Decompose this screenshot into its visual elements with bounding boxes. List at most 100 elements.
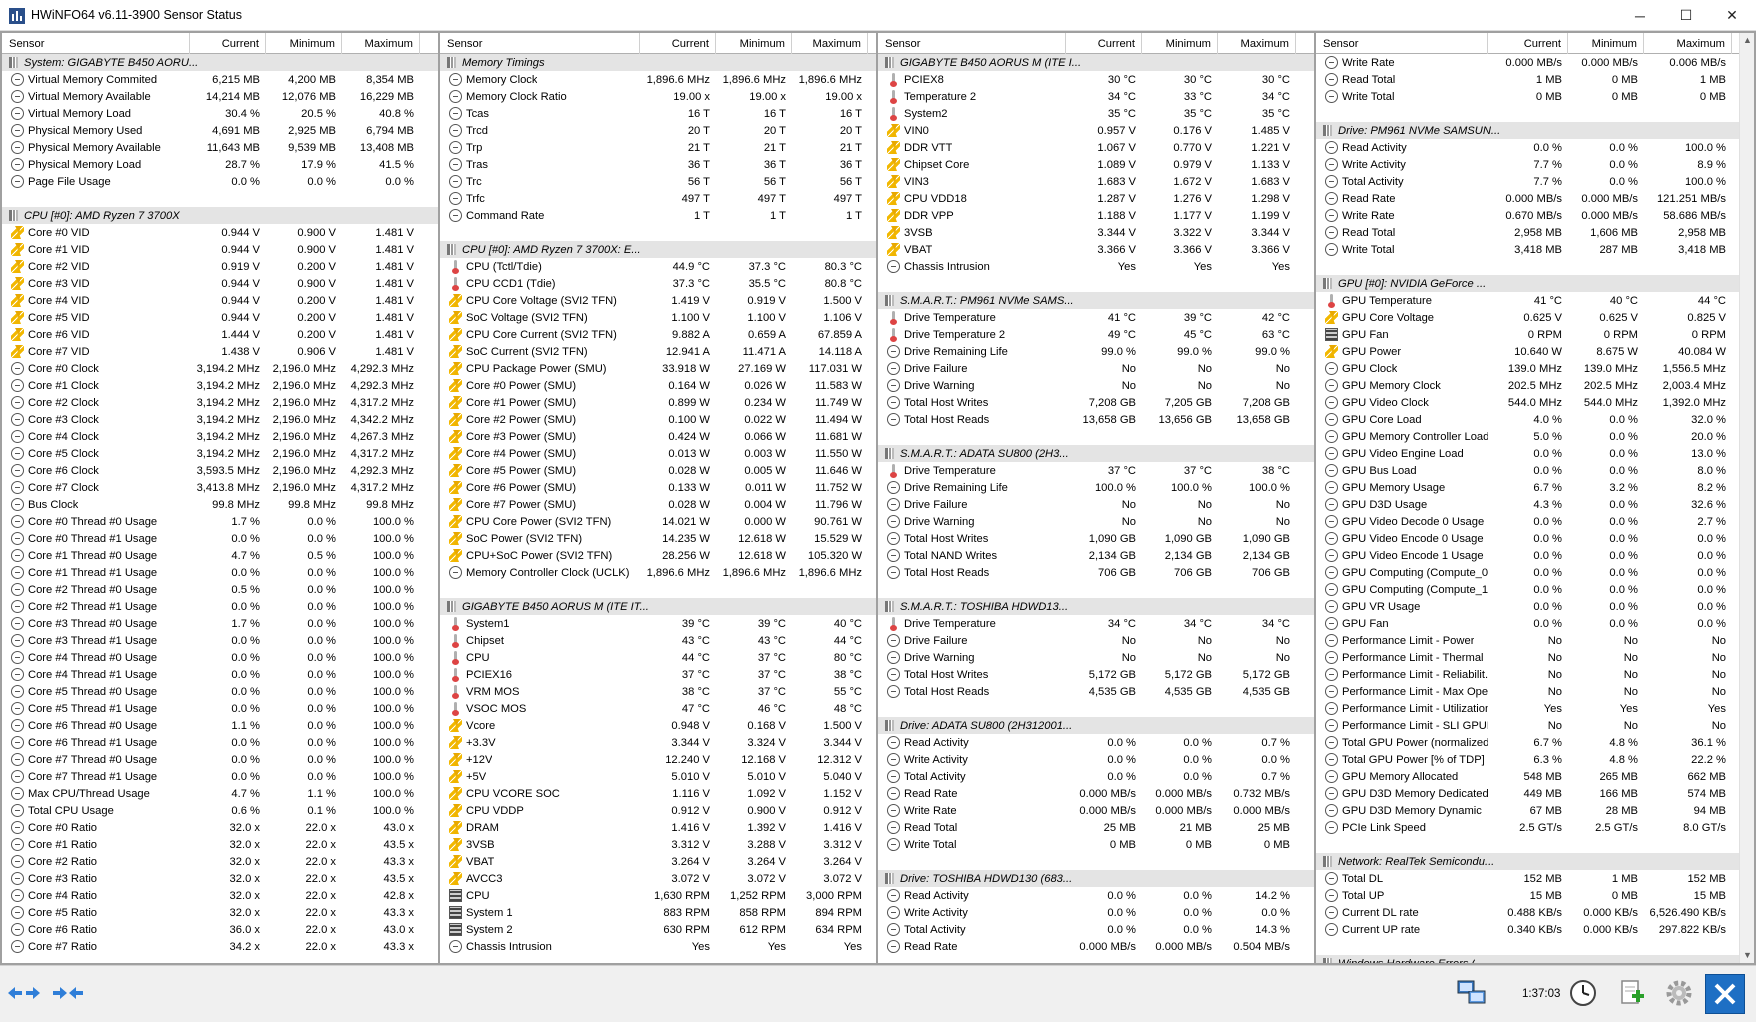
sensor-row[interactable]: Core #7 Power (SMU) 0.028 W 0.004 W 11.796 … — [440, 496, 876, 513]
sensor-row[interactable]: Write Rate 0.670 MB/s 0.000 MB/s 58.686 MB/… — [1316, 207, 1754, 224]
sensor-row[interactable]: Core #0 Clock 3,194.2 MHz 2,196.0 MHz 4,292… — [2, 360, 438, 377]
sensor-row[interactable]: System 2 630 RPM 612 RPM 634 RPM — [440, 921, 876, 938]
sensor-row[interactable]: System2 35 °C 35 °C 35 °C — [878, 105, 1314, 122]
column-header-sensor[interactable]: Sensor — [440, 33, 640, 54]
sensor-row[interactable]: Write Activity 0.0 % 0.0 % 0.0 % — [878, 751, 1314, 768]
sensor-group-header[interactable]: Memory Timings — [440, 54, 876, 71]
sensor-row[interactable]: GPU Video Decode 0 Usage 0.0 % 0.0 % 2.7 % — [1316, 513, 1754, 530]
sensor-row[interactable]: Core #5 Thread #1 Usage 0.0 % 0.0 % 100.0 % — [2, 700, 438, 717]
sensor-row[interactable]: GPU Temperature 41 °C 40 °C 44 °C — [1316, 292, 1754, 309]
sensor-row[interactable]: GPU Clock 139.0 MHz 139.0 MHz 1,556.5 MHz — [1316, 360, 1754, 377]
sensor-pane-4[interactable]: Sensor Current Minimum Maximum Write Rate 0.… — [1316, 33, 1754, 963]
sensor-row[interactable]: +3.3V 3.344 V 3.324 V 3.344 V — [440, 734, 876, 751]
sensor-row[interactable]: Core #2 Power (SMU) 0.100 W 0.022 W 11.494 … — [440, 411, 876, 428]
sensor-row[interactable]: VRM MOS 38 °C 37 °C 55 °C — [440, 683, 876, 700]
sensor-row[interactable]: Total Host Reads 706 GB 706 GB 706 GB — [878, 564, 1314, 581]
sensor-row[interactable]: Drive Remaining Life 99.0 % 99.0 % 99.0 % — [878, 343, 1314, 360]
sensor-row[interactable]: CPU Core Voltage (SVI2 TFN) 1.419 V 0.919 … — [440, 292, 876, 309]
sensor-row[interactable]: Drive Remaining Life 100.0 % 100.0 % 100.0 … — [878, 479, 1314, 496]
sensor-row[interactable]: Core #5 VID 0.944 V 0.200 V 1.481 V — [2, 309, 438, 326]
sensor-row[interactable]: Total Host Reads 4,535 GB 4,535 GB 4,535 GB — [878, 683, 1314, 700]
sensor-row[interactable]: Read Rate 0.000 MB/s 0.000 MB/s 0.504 MB/s — [878, 938, 1314, 955]
sensor-row[interactable]: System1 39 °C 39 °C 40 °C — [440, 615, 876, 632]
sensor-row[interactable]: AVCC3 3.072 V 3.072 V 3.072 V — [440, 870, 876, 887]
sensor-row[interactable]: Write Rate 0.000 MB/s 0.000 MB/s 0.000 MB/s — [878, 802, 1314, 819]
sensor-row[interactable]: SoC Current (SVI2 TFN) 12.941 A 11.471 A 14… — [440, 343, 876, 360]
sensor-row[interactable]: GPU Fan 0.0 % 0.0 % 0.0 % — [1316, 615, 1754, 632]
sensor-row[interactable]: Core #5 Thread #0 Usage 0.0 % 0.0 % 100.0 % — [2, 683, 438, 700]
sensor-row[interactable]: Drive Warning No No No — [878, 649, 1314, 666]
sensor-row[interactable]: Core #7 Clock 3,413.8 MHz 2,196.0 MHz 4,317… — [2, 479, 438, 496]
column-header-minimum[interactable]: Minimum — [1568, 33, 1644, 54]
column-header-sensor[interactable]: Sensor — [2, 33, 190, 54]
sensor-row[interactable]: Chassis Intrusion Yes Yes Yes — [440, 938, 876, 955]
sensor-row[interactable]: Core #4 VID 0.944 V 0.200 V 1.481 V — [2, 292, 438, 309]
expand-arrows-button[interactable] — [4, 977, 44, 1009]
sensor-row[interactable]: GPU Core Voltage 0.625 V 0.625 V 0.825 V — [1316, 309, 1754, 326]
sensor-row[interactable]: Total GPU Power (normalized... 6.7 % 4.8 %… — [1316, 734, 1754, 751]
sensor-row[interactable]: GPU Memory Controller Load 5.0 % 0.0 % 20.0… — [1316, 428, 1754, 445]
column-header-minimum[interactable]: Minimum — [266, 33, 342, 54]
sensor-group-header[interactable]: Network: RealTek Semicondu... — [1316, 853, 1754, 870]
sensor-row[interactable]: +12V 12.240 V 12.168 V 12.312 V — [440, 751, 876, 768]
sensor-row[interactable]: GPU Computing (Compute_0... 0.0 % 0.0 % 0.0… — [1316, 564, 1754, 581]
sensor-row[interactable]: Drive Failure No No No — [878, 632, 1314, 649]
sensor-row[interactable]: DDR VTT 1.067 V 0.770 V 1.221 V — [878, 139, 1314, 156]
sensor-group-header[interactable]: GIGABYTE B450 AORUS M (ITE IT... — [440, 598, 876, 615]
sensor-row[interactable]: GPU Video Encode 1 Usage 0.0 % 0.0 % 0.0 % — [1316, 547, 1754, 564]
sensor-group-header[interactable]: S.M.A.R.T.: PM961 NVMe SAMS... — [878, 292, 1314, 309]
sensor-row[interactable]: Read Total 1 MB 0 MB 1 MB — [1316, 71, 1754, 88]
sensor-row[interactable]: +5V 5.010 V 5.010 V 5.040 V — [440, 768, 876, 785]
sensor-row[interactable]: System 1 883 RPM 858 RPM 894 RPM — [440, 904, 876, 921]
sensor-row[interactable]: Core #7 VID 1.438 V 0.906 V 1.481 V — [2, 343, 438, 360]
scroll-up-arrow-icon[interactable]: ▲ — [1740, 33, 1754, 48]
sensor-row[interactable]: Page File Usage 0.0 % 0.0 % 0.0 % — [2, 173, 438, 190]
sensor-row[interactable]: PCIEX8 30 °C 30 °C 30 °C — [878, 71, 1314, 88]
sensor-row[interactable]: Core #1 VID 0.944 V 0.900 V 1.481 V — [2, 241, 438, 258]
sensor-group-header[interactable]: Windows Hardware Errors ( — [1316, 955, 1754, 963]
sensor-row[interactable]: Core #6 Thread #1 Usage 0.0 % 0.0 % 100.0 % — [2, 734, 438, 751]
sensor-row[interactable]: Core #6 Thread #0 Usage 1.1 % 0.0 % 100.0 % — [2, 717, 438, 734]
sensor-row[interactable]: Core #0 Thread #1 Usage 0.0 % 0.0 % 100.0 % — [2, 530, 438, 547]
settings-button[interactable] — [1662, 977, 1696, 1009]
sensor-row[interactable]: GPU VR Usage 0.0 % 0.0 % 0.0 % — [1316, 598, 1754, 615]
sensor-row[interactable]: Core #6 VID 1.444 V 0.200 V 1.481 V — [2, 326, 438, 343]
sensor-row[interactable]: Core #5 Ratio 32.0 x 22.0 x 43.3 x — [2, 904, 438, 921]
sensor-row[interactable]: Core #1 Clock 3,194.2 MHz 2,196.0 MHz 4,292… — [2, 377, 438, 394]
sensor-row[interactable]: 3VSB 3.344 V 3.322 V 3.344 V — [878, 224, 1314, 241]
sensor-row[interactable]: Drive Failure No No No — [878, 496, 1314, 513]
sensor-row[interactable]: Core #4 Ratio 32.0 x 22.0 x 42.8 x — [2, 887, 438, 904]
sensor-row[interactable]: Write Activity 0.0 % 0.0 % 0.0 % — [878, 904, 1314, 921]
sensor-pane-3[interactable]: Sensor Current Minimum Maximum GIGABYTE B450… — [878, 33, 1314, 963]
sensor-row[interactable]: Total Activity 0.0 % 0.0 % 14.3 % — [878, 921, 1314, 938]
sensor-row[interactable]: Write Total 0 MB 0 MB 0 MB — [1316, 88, 1754, 105]
sensor-row[interactable]: Memory Clock Ratio 19.00 x 19.00 x 19.00 x — [440, 88, 876, 105]
vertical-scrollbar[interactable]: ▲ ▼ — [1739, 33, 1754, 963]
sensor-row[interactable]: Core #6 Clock 3,593.5 MHz 2,196.0 MHz 4,292… — [2, 462, 438, 479]
sensor-row[interactable]: Performance Limit - Thermal No No No — [1316, 649, 1754, 666]
sensor-row[interactable]: Virtual Memory Load 30.4 % 20.5 % 40.8 % — [2, 105, 438, 122]
sensor-row[interactable]: Performance Limit - Power No No No — [1316, 632, 1754, 649]
sensor-row[interactable]: Total Host Writes 7,208 GB 7,205 GB 7,208 G… — [878, 394, 1314, 411]
sensor-row[interactable]: CPU+SoC Power (SVI2 TFN) 28.256 W 12.618 W… — [440, 547, 876, 564]
sensor-row[interactable]: GPU Core Load 4.0 % 0.0 % 32.0 % — [1316, 411, 1754, 428]
sensor-row[interactable]: Memory Clock 1,896.6 MHz 1,896.6 MHz 1,896.… — [440, 71, 876, 88]
sensor-row[interactable]: GPU Power 10.640 W 8.675 W 40.084 W — [1316, 343, 1754, 360]
collapse-arrows-button[interactable] — [48, 977, 88, 1009]
sensor-row[interactable]: CPU Package Power (SMU) 33.918 W 27.169 W 1… — [440, 360, 876, 377]
sensor-row[interactable]: Performance Limit - Max Ope... No No No — [1316, 683, 1754, 700]
sensor-row[interactable]: Drive Temperature 2 49 °C 45 °C 63 °C — [878, 326, 1314, 343]
sensor-row[interactable]: GPU Video Encode 0 Usage 0.0 % 0.0 % 0.0 % — [1316, 530, 1754, 547]
sensor-row[interactable]: Core #7 Thread #1 Usage 0.0 % 0.0 % 100.0 % — [2, 768, 438, 785]
sensor-row[interactable]: Core #1 Power (SMU) 0.899 W 0.234 W 11.749 … — [440, 394, 876, 411]
sensor-group-header[interactable]: S.M.A.R.T.: TOSHIBA HDWD13... — [878, 598, 1314, 615]
column-header-sensor[interactable]: Sensor — [1316, 33, 1488, 54]
sensor-row[interactable]: Core #0 Ratio 32.0 x 22.0 x 43.0 x — [2, 819, 438, 836]
sensor-row[interactable]: Core #0 Power (SMU) 0.164 W 0.026 W 11.583 … — [440, 377, 876, 394]
scroll-down-arrow-icon[interactable]: ▼ — [1740, 948, 1754, 963]
column-header-maximum[interactable]: Maximum — [1218, 33, 1296, 54]
sensor-row[interactable]: GPU Computing (Compute_1... 0.0 % 0.0 % 0.0… — [1316, 581, 1754, 598]
sensor-row[interactable]: Core #2 Ratio 32.0 x 22.0 x 43.3 x — [2, 853, 438, 870]
sensor-group-header[interactable]: GPU [#0]: NVIDIA GeForce ... — [1316, 275, 1754, 292]
sensor-row[interactable]: VBAT 3.264 V 3.264 V 3.264 V — [440, 853, 876, 870]
